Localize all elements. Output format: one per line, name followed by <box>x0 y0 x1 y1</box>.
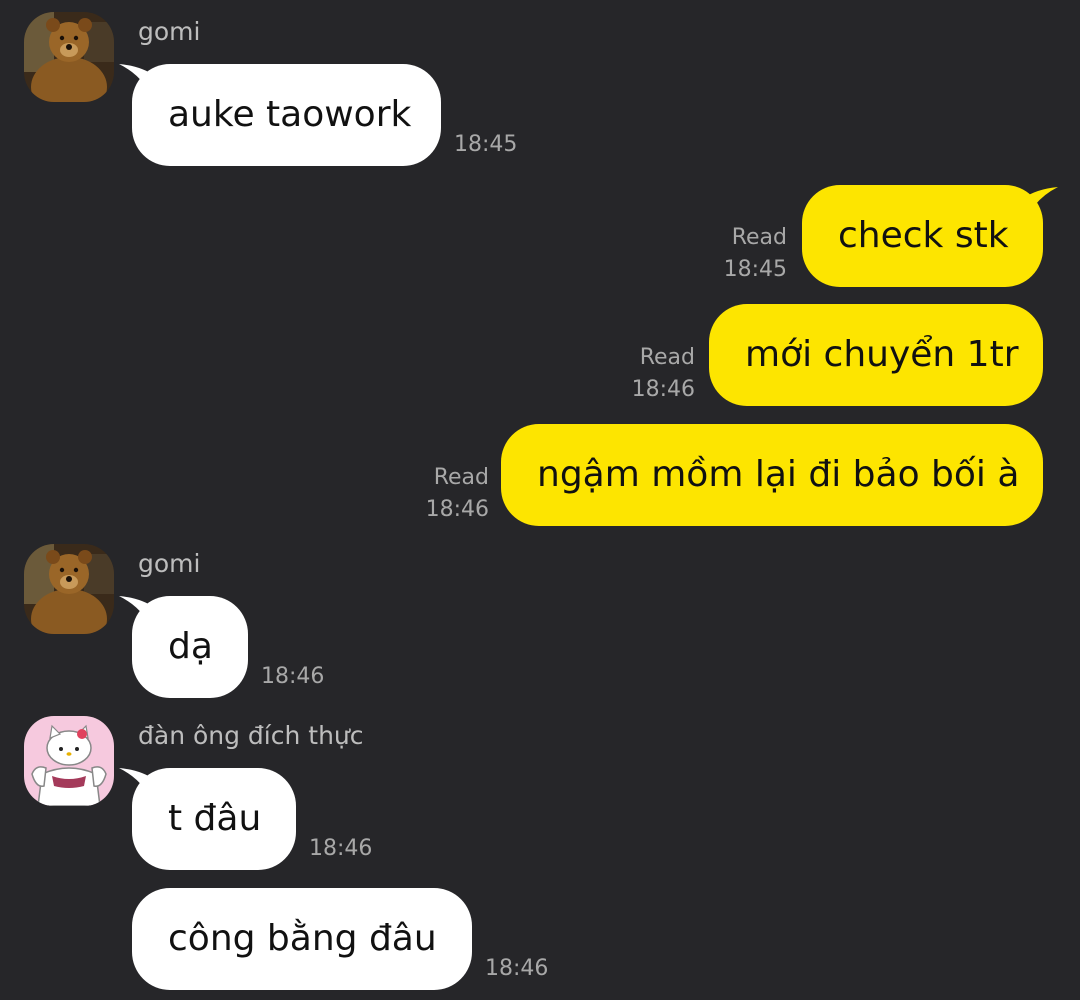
message-bubble[interactable]: t đâu <box>132 768 296 870</box>
message-bubble[interactable]: mới chuyển 1tr <box>709 304 1043 406</box>
message-text: mới chuyển 1tr <box>745 334 1019 375</box>
sender-name: gomi <box>138 17 201 46</box>
sender-name: đàn ông đích thực <box>138 721 364 750</box>
read-status: Read <box>639 345 695 370</box>
message-bubble[interactable]: dạ <box>132 596 248 698</box>
bear-avatar-icon[interactable] <box>24 12 114 102</box>
message-meta: Read 18:46 <box>392 462 489 526</box>
message-bubble[interactable]: công bằng đâu <box>132 888 472 990</box>
message-text: công bằng đâu <box>168 918 437 959</box>
message-meta: Read 18:46 <box>598 342 695 406</box>
bear-avatar-icon[interactable] <box>24 544 114 634</box>
message-bubble[interactable]: ngậm mồm lại đi bảo bối à <box>501 424 1043 526</box>
message-bubble[interactable]: check stk <box>802 185 1043 287</box>
message-text: dạ <box>168 626 213 667</box>
muscular-kitty-avatar-icon[interactable] <box>24 716 114 806</box>
message-time: 18:45 <box>723 257 787 282</box>
message-text: ngậm mồm lại đi bảo bối à <box>537 454 1020 495</box>
read-status: Read <box>433 465 489 490</box>
message-bubble[interactable]: auke taowork <box>132 64 441 166</box>
message-time: 18:45 <box>454 132 518 157</box>
read-status: Read <box>731 225 787 250</box>
message-text: auke taowork <box>168 94 412 135</box>
message-time: 18:46 <box>425 497 489 522</box>
message-time: 18:46 <box>261 664 325 689</box>
message-time: 18:46 <box>631 377 695 402</box>
message-text: check stk <box>838 215 1009 256</box>
message-meta: Read 18:45 <box>690 222 787 286</box>
chat-thread: gomi auke taowork 18:45 Read 18:45 check… <box>0 0 1080 1000</box>
sender-name: gomi <box>138 549 201 578</box>
message-time: 18:46 <box>485 956 549 981</box>
message-text: t đâu <box>168 798 262 839</box>
message-time: 18:46 <box>309 836 373 861</box>
